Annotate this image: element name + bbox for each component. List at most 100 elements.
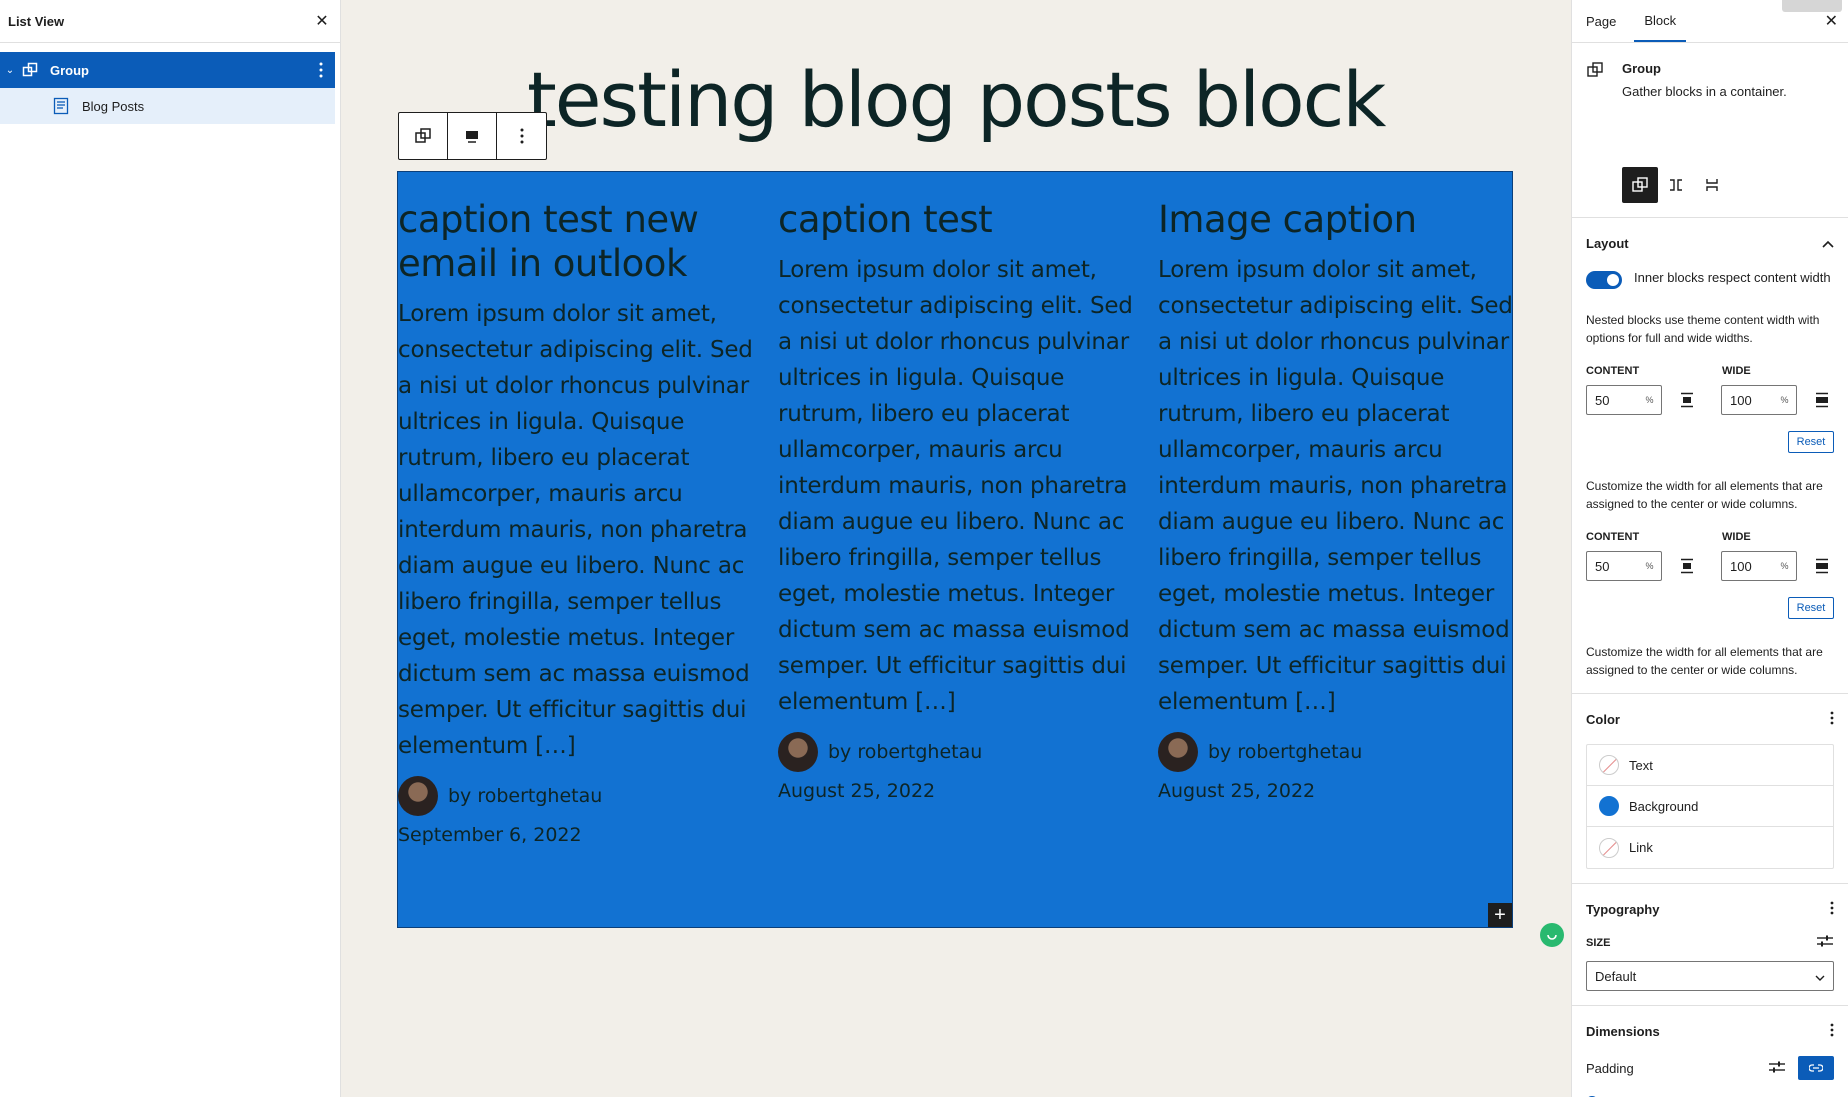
post-card[interactable]: caption test Lorem ipsum dolor sit amet,…: [778, 198, 1133, 802]
avatar: [1158, 732, 1198, 772]
chevron-up-icon[interactable]: [1822, 236, 1834, 251]
block-description: Gather blocks in a container.: [1622, 84, 1787, 99]
block-toolbar: [398, 112, 547, 160]
align-center-icon: [1674, 387, 1699, 413]
more-options-icon[interactable]: [307, 62, 335, 78]
add-block-button[interactable]: +: [1488, 903, 1512, 927]
avatar: [778, 732, 818, 772]
color-panel-header[interactable]: Color: [1586, 694, 1834, 744]
group-block-icon: [415, 128, 431, 143]
post-date: September 6, 2022: [398, 824, 582, 846]
more-options-icon[interactable]: [1830, 1023, 1834, 1040]
post-author: by robertghetau: [448, 785, 603, 807]
color-item-background[interactable]: Background: [1587, 786, 1833, 827]
block-card: Group Gather blocks in a container.: [1572, 43, 1848, 218]
post-card[interactable]: Image caption Lorem ipsum dolor sit amet…: [1158, 198, 1513, 802]
group-block-icon: [1632, 177, 1648, 192]
layout-help-text: Customize the width for all elements tha…: [1586, 645, 1823, 677]
avatar: [398, 776, 438, 816]
blog-posts-icon: [52, 96, 72, 116]
layout-help-text: Customize the width for all elements tha…: [1586, 479, 1823, 511]
color-swatch: [1599, 755, 1619, 775]
padding-label: Padding: [1586, 1060, 1634, 1076]
row-icon: [1670, 179, 1682, 191]
reset-button[interactable]: Reset: [1788, 431, 1834, 453]
panel-title: Typography: [1586, 901, 1660, 917]
typography-panel-header[interactable]: Typography: [1586, 884, 1834, 934]
wide-width-input[interactable]: 100%: [1721, 385, 1798, 415]
chevron-down-icon[interactable]: ⌄: [0, 65, 20, 76]
list-item-blog-posts[interactable]: Blog Posts: [0, 88, 335, 124]
color-item-text[interactable]: Text: [1587, 745, 1833, 786]
align-wide-icon: [466, 131, 478, 143]
settings-sliders-icon[interactable]: [1768, 1060, 1786, 1077]
layout-panel: Layout Inner blocks respect content widt…: [1572, 218, 1848, 694]
settings-sidebar: Page Block ✕ Group Gather blocks in a co…: [1571, 0, 1848, 1097]
align-center-icon: [1674, 553, 1699, 579]
inner-blocks-toggle[interactable]: [1586, 271, 1622, 289]
list-view-panel: List View ✕ ⌄ Group Blog Posts: [0, 0, 341, 1097]
tab-page[interactable]: Page: [1586, 0, 1634, 42]
color-item-link[interactable]: Link: [1587, 827, 1833, 868]
color-swatch: [1599, 796, 1619, 816]
row-variation-button[interactable]: [1658, 167, 1694, 203]
color-swatch: [1599, 837, 1619, 858]
panel-title: Layout: [1586, 235, 1629, 251]
group-variation-button[interactable]: [1622, 167, 1658, 203]
color-list: Text Background Link: [1586, 744, 1834, 869]
content-width-label: CONTENT: [1586, 531, 1640, 543]
more-options-icon: [520, 128, 523, 144]
align-button[interactable]: [448, 113, 497, 159]
stack-variation-button[interactable]: [1694, 167, 1730, 203]
list-item-group[interactable]: ⌄ Group: [0, 52, 335, 88]
typography-panel: Typography SIZE Default: [1572, 884, 1848, 1006]
wide-width-label: WIDE: [1722, 531, 1751, 543]
color-panel: Color Text Background Link: [1572, 694, 1848, 884]
post-meta: by robertghetau: [398, 776, 753, 816]
post-date: August 25, 2022: [1158, 780, 1316, 802]
chevron-down-icon: [1815, 969, 1825, 984]
layout-panel-header[interactable]: Layout: [1586, 218, 1834, 268]
post-excerpt: Lorem ipsum dolor sit amet, consectetur …: [778, 257, 1133, 715]
editor-canvas: testing blog posts block caption test ne…: [342, 0, 1570, 1097]
more-options-button[interactable]: [497, 113, 546, 159]
page-title[interactable]: testing blog posts block: [527, 55, 1386, 144]
more-options-icon[interactable]: [1830, 901, 1834, 918]
align-wide-icon: [1809, 387, 1834, 413]
post-author: by robertghetau: [1208, 741, 1363, 763]
post-meta: by robertghetau: [1158, 732, 1513, 772]
content-width-label: CONTENT: [1586, 365, 1640, 377]
post-meta: by robertghetau: [778, 732, 1133, 772]
close-icon[interactable]: ✕: [312, 11, 332, 31]
dimensions-panel: Dimensions Padding: [1572, 1006, 1848, 1097]
wide-width-label: WIDE: [1722, 365, 1751, 377]
block-name: Group: [1622, 61, 1661, 76]
settings-sliders-icon[interactable]: [1816, 934, 1834, 951]
link-sides-button[interactable]: [1798, 1056, 1834, 1080]
content-width-input[interactable]: 50%: [1586, 551, 1663, 581]
content-width-input[interactable]: 50%: [1586, 385, 1663, 415]
font-size-select[interactable]: Default: [1586, 961, 1834, 991]
group-block[interactable]: caption test new email in outlook Lorem …: [397, 171, 1513, 928]
stack-icon: [1706, 179, 1718, 191]
post-title[interactable]: caption test new email in outlook: [398, 198, 753, 286]
group-block-icon: [1586, 61, 1610, 99]
list-view-header: List View ✕: [0, 0, 340, 43]
block-type-button[interactable]: [399, 113, 448, 159]
dimensions-panel-header[interactable]: Dimensions: [1586, 1006, 1834, 1056]
tab-block[interactable]: Block: [1634, 0, 1687, 42]
post-excerpt: Lorem ipsum dolor sit amet, consectetur …: [398, 301, 753, 759]
post-card[interactable]: caption test new email in outlook Lorem …: [398, 198, 753, 846]
size-label: SIZE: [1586, 936, 1611, 949]
wide-width-input[interactable]: 100%: [1721, 551, 1798, 581]
panel-title: Dimensions: [1586, 1023, 1660, 1039]
sidebar-tabs: Page Block ✕: [1572, 0, 1848, 43]
more-options-icon[interactable]: [1830, 711, 1834, 728]
status-icon[interactable]: [1540, 923, 1564, 947]
post-title[interactable]: caption test: [778, 198, 1133, 242]
post-title[interactable]: Image caption: [1158, 198, 1513, 242]
reset-button[interactable]: Reset: [1788, 597, 1834, 619]
close-icon[interactable]: ✕: [1825, 11, 1838, 31]
inner-blocks-toggle-row: Inner blocks respect content width: [1586, 270, 1834, 289]
group-block-icon: [20, 60, 40, 80]
